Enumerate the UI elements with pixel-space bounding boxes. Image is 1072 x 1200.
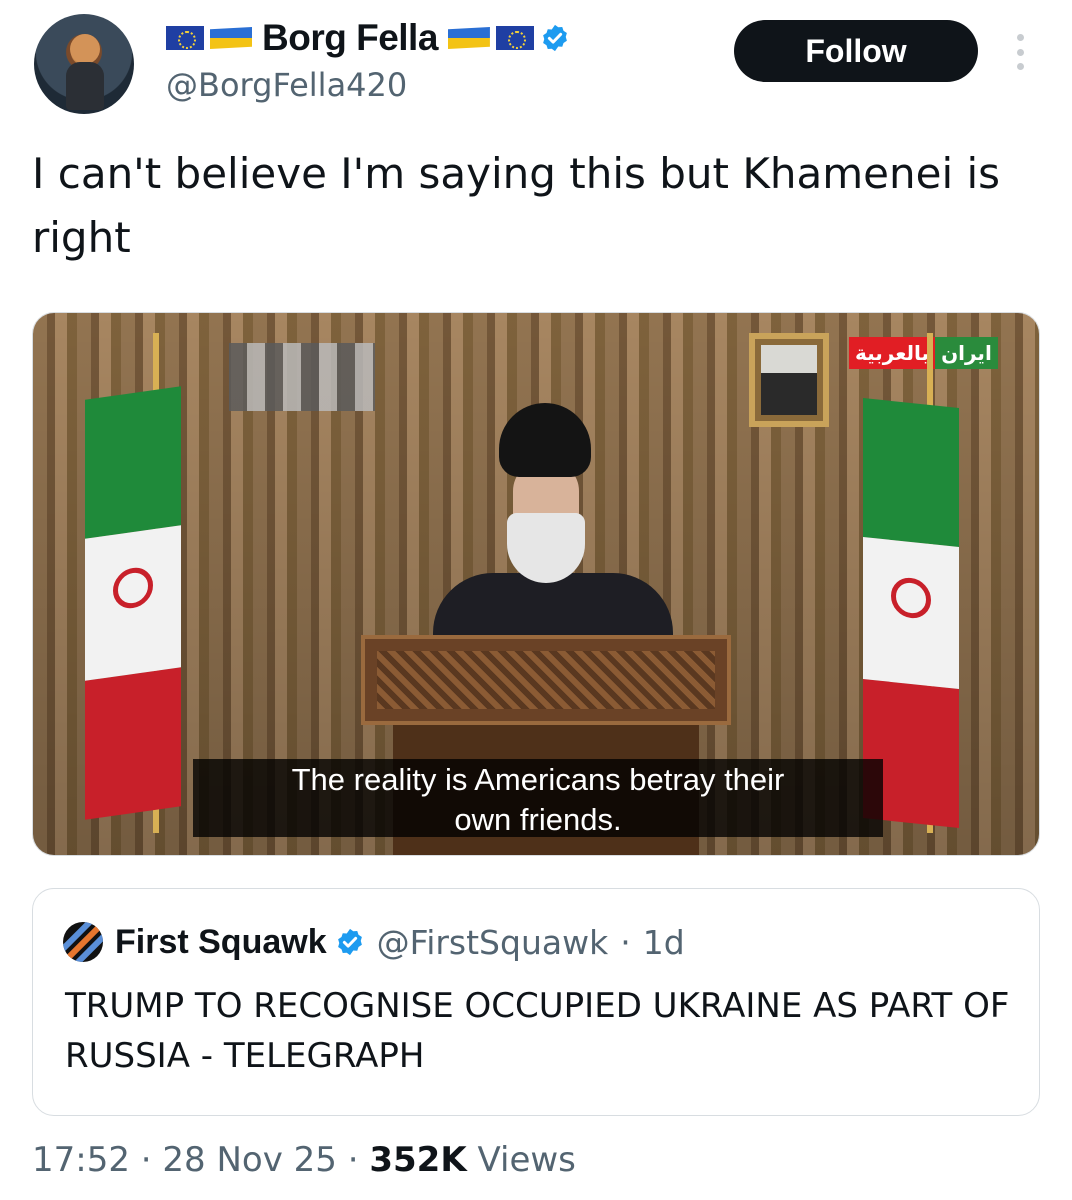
author-avatar[interactable] [34,14,134,114]
eu-flag-icon [166,26,204,50]
channel-logo-part1: ایران [935,337,998,369]
more-options-icon[interactable] [1008,34,1032,70]
quoted-tweet-header: First Squawk @FirstSquawk · 1d [63,919,685,965]
eu-flag-icon [495,26,534,50]
more-dot [1016,63,1024,70]
verified-badge-icon [337,928,362,956]
emblem-icon [891,575,931,620]
first-squawk-avatar-icon[interactable] [63,922,103,962]
author-handle[interactable]: @BorgFella420 [166,66,407,104]
ukraine-flag-icon [447,27,490,49]
quoted-tweet-text: TRUMP TO RECOGNISE OCCUPIED UKRAINE AS P… [65,986,1010,1076]
quoted-display-name[interactable]: First Squawk [115,923,327,962]
tweet-text: I can't believe I'm saying this but Kham… [32,149,1001,262]
quoted-handle[interactable]: @FirstSquawk [377,923,609,962]
author-display-name[interactable]: Borg Fella [262,17,438,59]
tweet-metadata: 17:52 · 28 Nov 25 · 352K Views [32,1140,576,1180]
lectern-pattern [377,651,715,709]
subtitle-line-2: own friends. [454,802,622,837]
video-subtitle: The reality is Americans betray their ow… [193,759,883,837]
lectern [361,635,731,725]
views-count[interactable]: 352K [369,1140,466,1180]
tweet-media-video[interactable]: بالعربية ایران The reality is Americans … [32,312,1040,856]
portrait-image [761,345,817,415]
verified-badge-icon [543,24,567,52]
subtitle-line-1: The reality is Americans betray their [291,762,785,797]
meta-separator: · [347,1140,359,1180]
avatar-figure-body [66,62,104,110]
follow-button[interactable]: Follow [734,20,978,82]
portrait-frame [749,333,829,427]
ukraine-flag-icon [210,27,252,49]
channel-logo: بالعربية ایران [849,337,998,369]
speaker-turban [499,403,591,477]
avatar-figure-head [70,34,100,64]
tweet-date[interactable]: 28 Nov 25 [162,1140,337,1180]
more-dot [1016,34,1024,41]
iran-flag-left [85,386,181,820]
meta-separator: · [140,1140,152,1180]
author-name-row[interactable]: Borg Fella [166,16,570,60]
emblem-icon [113,564,153,611]
quoted-age[interactable]: 1d [643,923,685,962]
channel-logo-part2: بالعربية [849,337,936,369]
quoted-tweet-card[interactable]: First Squawk @FirstSquawk · 1d TRUMP TO … [32,888,1040,1116]
quoted-separator: · [620,922,631,962]
more-dot [1016,48,1024,56]
tweet-time[interactable]: 17:52 [32,1140,130,1180]
views-label: Views [477,1140,576,1180]
pixelated-watermark [229,343,375,411]
